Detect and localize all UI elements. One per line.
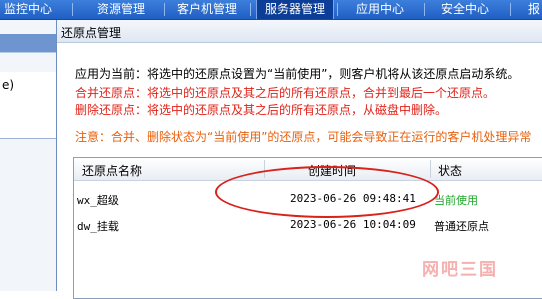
dialog-title: 还原点管理 [61,26,122,40]
column-separator[interactable] [430,160,431,178]
table-row[interactable]: dw_挂载 2023-06-26 10:04:09 普通还原点 [74,214,542,236]
row-name: wx_超级 [77,194,119,207]
dialog-titlebar[interactable]: 还原点管理 [57,20,542,43]
info-delete: 删除还原点：将选中的还原点及其之后的所有还原点，从磁盘中删除。 [75,103,448,117]
nav-separator [510,3,511,16]
nav-separator [164,3,165,16]
info-merge: 合并还原点：将选中的还原点及其之后的所有还原点，合并到最后一个还原点。 [75,86,496,100]
left-pane: e) [0,20,56,291]
nav-overflow[interactable]: 报 [528,0,540,19]
top-nav-bar: 监控中心 资源管理 客户机管理 服务器管理 应用中心 安全中心 报 [0,0,542,20]
left-pane-row[interactable] [0,114,56,139]
nav-monitor[interactable]: 监控中心 [4,0,52,19]
nav-separator [424,3,425,16]
nav-apps[interactable]: 应用中心 [356,0,404,19]
nav-security[interactable]: 安全中心 [441,0,489,19]
watermark: 网吧三国 [422,260,498,280]
nav-separator [337,3,338,16]
column-header-status[interactable]: 状态 [438,162,462,179]
nav-servers[interactable]: 服务器管理 [256,0,335,19]
row-created: 2023-06-26 10:04:09 [290,218,416,231]
left-pane-header [0,34,56,53]
row-status: 当前使用 [434,194,478,207]
nav-separator [250,3,251,16]
nav-resources[interactable]: 资源管理 [97,0,145,19]
nav-clients[interactable]: 客户机管理 [177,0,237,19]
column-separator[interactable] [264,160,265,178]
list-header: 还原点名称 创建时间 状态 [74,158,542,181]
column-header-created[interactable]: 创建时间 [308,162,356,179]
row-created: 2023-06-26 09:48:41 [290,192,416,205]
row-status: 普通还原点 [434,220,489,233]
nav-separator [72,3,73,16]
row-name: dw_挂载 [77,220,119,233]
restore-point-dialog: 还原点管理 应用为当前：将选中的还原点设置为“当前使用”，则客户机将从该还原点启… [56,20,542,299]
table-row[interactable]: wx_超级 2023-06-26 09:48:41 当前使用 [74,188,542,210]
left-pane-text: e) [2,78,15,92]
column-header-name[interactable]: 还原点名称 [82,162,142,179]
info-apply: 应用为当前：将选中的还原点设置为“当前使用”，则客户机将从该还原点启动系统。 [75,67,520,81]
info-note: 注意：合并、删除状态为“当前使用”的还原点，可能会导致正在运行的客户机处理异常 [75,130,532,144]
